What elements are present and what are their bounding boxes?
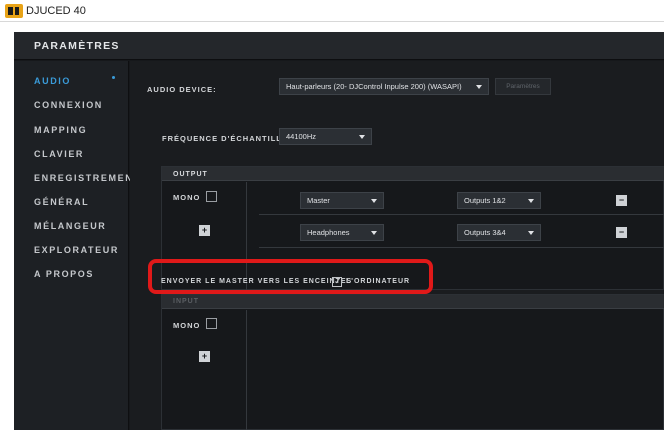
parametres-button[interactable]: Paramètres	[495, 78, 551, 95]
input-panel-header	[162, 295, 664, 309]
output-row-divider	[259, 247, 664, 248]
chevron-down-icon	[528, 231, 534, 235]
output-mono-label: MONO	[173, 193, 201, 202]
sidebar-item-general[interactable]: GÉNÉRAL	[34, 197, 129, 207]
audio-device-label: AUDIO DEVICE:	[147, 85, 217, 94]
output-panel-title: OUTPUT	[173, 171, 208, 178]
remove-master-output-button[interactable]: −	[616, 195, 627, 206]
sidebar-item-enregistrement[interactable]: ENREGISTREMENT	[34, 173, 139, 183]
audio-device-select[interactable]: Haut-parleurs (20- DJControl Inpulse 200…	[279, 78, 489, 95]
sidebar-item-clavier[interactable]: CLAVIER	[34, 149, 129, 159]
output-channel-select-headphones[interactable]: Headphones	[300, 224, 384, 241]
output-channel-value: Headphones	[307, 228, 350, 237]
remove-headphones-output-button[interactable]: −	[616, 227, 627, 238]
app-logo-icon	[5, 4, 23, 18]
output-routing-value: Outputs 1&2	[464, 196, 506, 205]
sample-rate-value: 44100Hz	[286, 132, 317, 141]
chevron-down-icon	[371, 231, 377, 235]
input-mono-label: MONO	[173, 321, 201, 330]
output-panel-header	[162, 167, 664, 181]
output-mono-checkbox[interactable]	[206, 191, 217, 202]
highlight-annotation	[148, 259, 433, 294]
settings-header: PARAMÈTRES	[14, 32, 664, 60]
sidebar-item-explorateur[interactable]: EXPLORATEUR	[34, 245, 129, 255]
output-channel-select-master[interactable]: Master	[300, 192, 384, 209]
output-row-divider	[259, 214, 664, 215]
input-panel	[161, 294, 664, 430]
chevron-down-icon	[476, 85, 482, 89]
add-output-button[interactable]: +	[199, 225, 210, 236]
output-routing-value: Outputs 3&4	[464, 228, 506, 237]
sidebar-item-a-propos[interactable]: A PROPOS	[34, 269, 129, 279]
input-mono-checkbox[interactable]	[206, 318, 217, 329]
output-routing-select-headphones[interactable]: Outputs 3&4	[457, 224, 541, 241]
page-title: PARAMÈTRES	[34, 40, 120, 52]
audio-device-value: Haut-parleurs (20- DJControl Inpulse 200…	[286, 82, 462, 91]
chevron-down-icon	[528, 199, 534, 203]
input-panel-title: INPUT	[173, 298, 199, 305]
window-titlebar: DJUCED 40	[0, 0, 664, 22]
output-channel-value: Master	[307, 196, 330, 205]
window-title: DJUCED 40	[26, 5, 86, 17]
sidebar-item-mapping[interactable]: MAPPING	[34, 125, 129, 135]
sample-rate-select[interactable]: 44100Hz	[279, 128, 372, 145]
settings-window: PARAMÈTRES AUDIO CONNEXION MAPPING CLAVI…	[14, 32, 664, 430]
add-input-button[interactable]: +	[199, 351, 210, 362]
sidebar-item-melangeur[interactable]: MÉLANGEUR	[34, 221, 129, 231]
sidebar-item-connexion[interactable]: CONNEXION	[34, 100, 129, 110]
chevron-down-icon	[359, 135, 365, 139]
output-routing-select-master[interactable]: Outputs 1&2	[457, 192, 541, 209]
input-divider	[246, 310, 247, 430]
chevron-down-icon	[371, 199, 377, 203]
active-indicator-icon	[112, 76, 115, 79]
